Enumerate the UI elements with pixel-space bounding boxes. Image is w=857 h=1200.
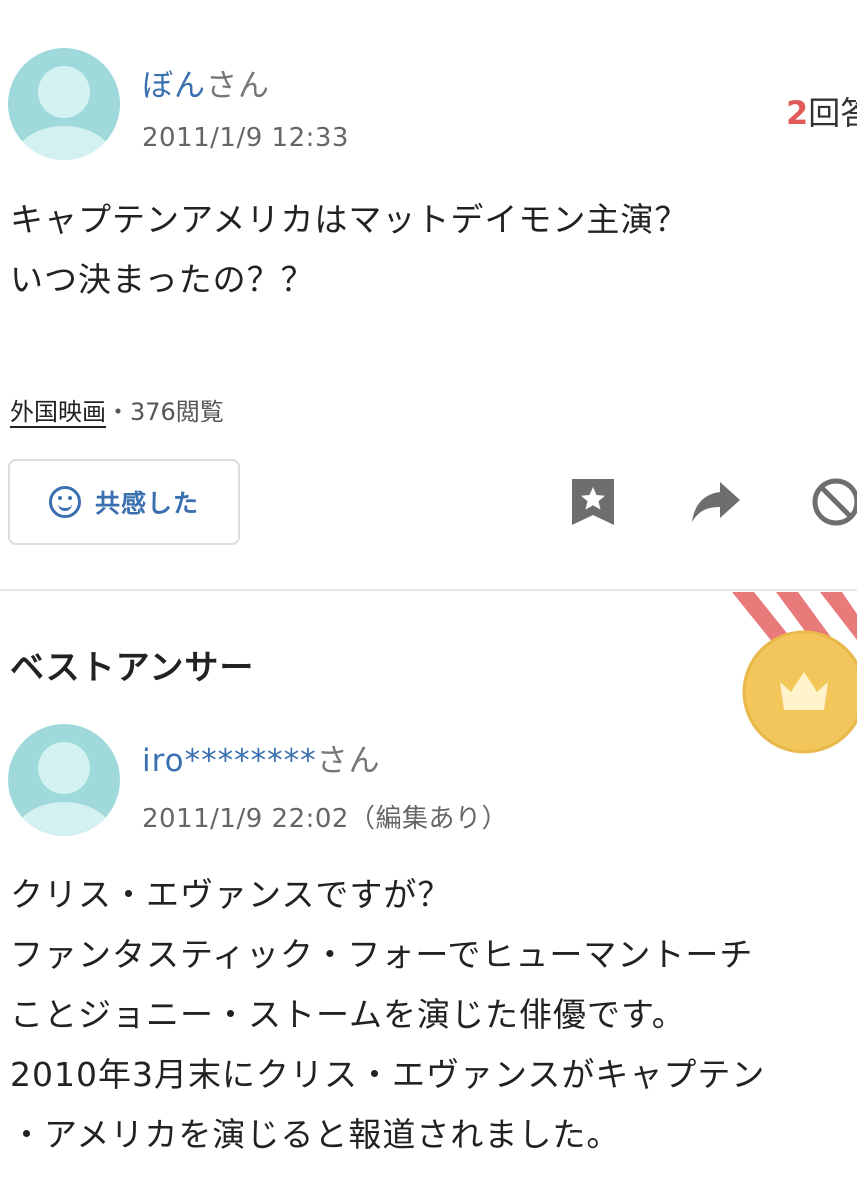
bookmark-star-icon[interactable] [570, 477, 616, 527]
empathy-label: 共感した [94, 489, 199, 518]
question-username[interactable]: ぼんさん [142, 60, 270, 105]
answer-count-label: 回答 [808, 94, 857, 132]
answer-user-suffix: さん [316, 743, 381, 779]
prohibited-icon[interactable] [810, 476, 857, 528]
question-meta: 外国映画・376閲覧 [10, 392, 224, 427]
view-count: 376閲覧 [130, 398, 224, 426]
empathy-button[interactable]: 共感した [8, 459, 240, 545]
smile-icon [48, 486, 81, 518]
answer-user-avatar[interactable] [8, 724, 120, 836]
share-arrow-icon[interactable] [690, 480, 742, 524]
question-user-avatar[interactable] [8, 48, 120, 160]
question-timestamp: 2011/1/9 12:33 [142, 123, 349, 153]
question-text: キャプテンアメリカはマットデイモン主演？ いつ決まったの？？ [10, 190, 688, 310]
avatar-body [14, 126, 114, 160]
answer-line: ことジョニー・ストームを演じた俳優です。 [10, 995, 686, 1034]
answer-username[interactable]: iro********さん [142, 735, 381, 780]
avatar-body [14, 802, 114, 836]
question-user-name[interactable]: ぼん [142, 68, 206, 104]
answer-timestamp: 2011/1/9 22:02（編集あり） [142, 804, 508, 834]
answer-text: クリス・エヴァンスですが？ ファンタスティック・フォーでヒューマントーチ ことジ… [10, 865, 765, 1165]
best-answer-title: ベストアンサー [10, 648, 255, 688]
category-link[interactable]: 外国映画 [10, 398, 106, 426]
gold-crown-medal-icon [732, 592, 857, 754]
answer-user-name[interactable]: iro******** [142, 743, 317, 779]
avatar-head [38, 742, 90, 794]
answer-line: 2010年3月末にクリス・エヴァンスがキャプテン [10, 1055, 766, 1094]
question-line: キャプテンアメリカはマットデイモン主演？ [10, 200, 689, 239]
section-divider [0, 589, 857, 591]
answer-line: クリス・エヴァンスですが？ [10, 875, 452, 914]
meta-separator: ・ [106, 398, 130, 426]
avatar-head [38, 66, 90, 118]
answer-line: ・アメリカを演じると報道されました。 [10, 1115, 621, 1154]
answer-count-number: 2 [786, 94, 809, 132]
answer-count-link[interactable]: 2回答 [786, 88, 857, 134]
question-user-suffix: さん [206, 68, 270, 104]
answer-line: ファンタスティック・フォーでヒューマントーチ [10, 935, 754, 974]
question-line: いつ決まったの？？ [10, 260, 315, 299]
